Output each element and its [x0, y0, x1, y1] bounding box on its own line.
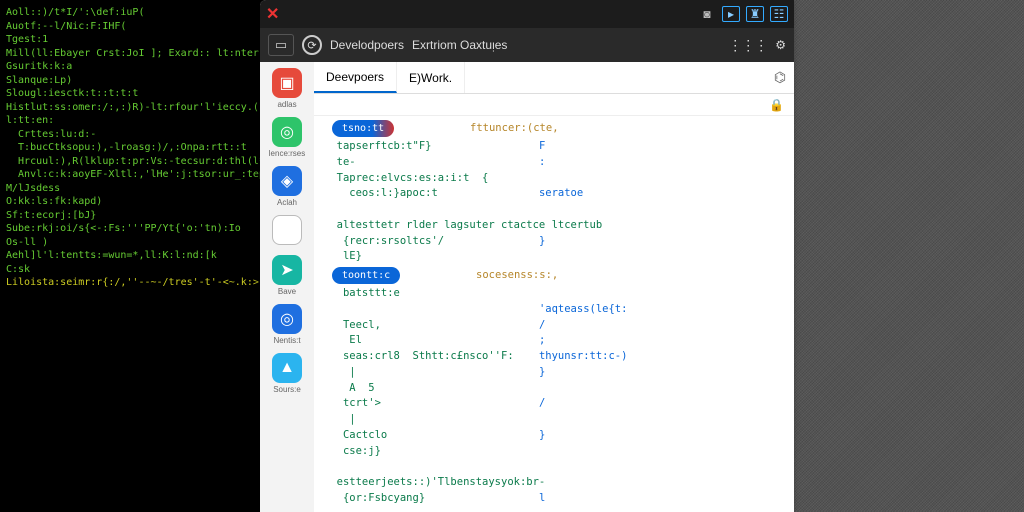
code-line: 'aqteass(le{t:	[314, 302, 794, 318]
code-line: |	[314, 412, 794, 428]
code-line: estteerjeets::)'Tlbenstaysyok:br-	[314, 475, 794, 491]
sidebar-item[interactable]: ◎ lence:rses	[269, 117, 305, 158]
code-section-pill[interactable]: toontt:c	[332, 267, 400, 284]
terminal-line: Hrcuul:),R(lklup:t:pr:Vs:-tecsur:d:thl(l…	[6, 155, 254, 169]
terminal-pane[interactable]: Aoll::)/t*I/':\def:iuP(Auotf:--l/Nic:F:I…	[0, 0, 260, 512]
terminal-line: Gsuritk:k:a	[6, 60, 254, 74]
sidebar-item[interactable]: ▲ Sours:e	[272, 353, 302, 394]
code-line	[314, 459, 794, 475]
toolbar-title-b: Exrtriom Oaxtuᴉes	[412, 38, 507, 52]
code-line: Taprec:elvcs:es:a:i:t {	[314, 171, 794, 187]
code-line: {recr:srsoltcs'/ }	[314, 234, 794, 250]
window-icon[interactable]: ☷	[770, 6, 788, 22]
bug-icon[interactable]: ⌬	[766, 69, 794, 86]
tab-developers[interactable]: Deevpoers	[314, 62, 397, 93]
terminal-line: Anvl:c:k:aoyEF-Xltl:,'lHe':j:tsor:ur_:te…	[6, 168, 254, 182]
lock-row: 🔒	[314, 94, 794, 116]
sidebar-icon: ◎	[272, 304, 302, 334]
sidebar-label: Nentis:t	[273, 336, 300, 345]
code-line: altesttetr rlder lagsuter ctactce ltcert…	[314, 218, 794, 234]
terminal-line: T:bucCtksopu:),-lroasg:)/,:Onpa:rtt::t	[6, 141, 254, 155]
terminal-line: Aehl]l'l:tentts:=wun=*,ll:K:l:nd:[k	[6, 249, 254, 263]
code-line: | }	[314, 365, 794, 381]
close-icon[interactable]: ✕	[266, 4, 279, 24]
code-viewer[interactable]: tsno:tt fttuncer:(cte, tapserftcb:t"F} F…	[314, 116, 794, 512]
window-tabbar: ✕ ◙ ▸ ♜ ☷	[260, 0, 794, 28]
code-line: Cactclo }	[314, 428, 794, 444]
sidebar-icon: ◎	[272, 117, 302, 147]
sidebar-item[interactable]: ➤ Bave	[272, 255, 302, 296]
sidebar-icon	[272, 215, 302, 245]
code-line: cse:j}	[314, 444, 794, 460]
subtab-bar: Deevpoers E)Work. ⌬	[314, 62, 794, 94]
terminal-line: Slanque:Lp)	[6, 74, 254, 88]
terminal-line: Sf:t:ecorj:[bJ}	[6, 209, 254, 223]
terminal-line: Aoll::)/t*I/':\def:iuP(	[6, 6, 254, 20]
sidebar-label: Bave	[278, 287, 296, 296]
code-section-pill[interactable]: tsno:tt	[332, 120, 394, 137]
terminal-line: M/lJsdess	[6, 182, 254, 196]
code-line: seas:crl8 Sthtt:c£nsco''F: thyunsr:tt:c-…	[314, 349, 794, 365]
main-panel: Deevpoers E)Work. ⌬ 🔒 tsno:tt fttuncer:(…	[314, 62, 794, 512]
code-line: tapserftcb:t"F} F	[314, 139, 794, 155]
pointer-icon[interactable]: ▸	[722, 6, 740, 22]
terminal-line: O:kk:ls:fk:kapd)	[6, 195, 254, 209]
sidebar-item[interactable]: ▣ adlas	[272, 68, 302, 109]
terminal-line: Crttes:lu:d:-	[6, 128, 254, 142]
sidebar-label: Aclah	[277, 198, 297, 207]
tab-work[interactable]: E)Work.	[397, 62, 465, 93]
sidebar-icon: ▲	[272, 353, 302, 383]
code-line: A 5	[314, 381, 794, 397]
sidebar-icon: ➤	[272, 255, 302, 285]
terminal-line: C:sk	[6, 263, 254, 277]
code-line: te- :	[314, 155, 794, 171]
sidebar-item[interactable]: ◈ Aclah	[272, 166, 302, 207]
terminal-line: Sube:rkj:oi/s{<-:Fs:'''PP/Yt{'o:'tn):Io	[6, 222, 254, 236]
terminal-line: Slougl:iesctk:t::t:t:t	[6, 87, 254, 101]
sidebar-icon: ◈	[272, 166, 302, 196]
toolbar-title-a: Develodpoers	[330, 38, 404, 52]
terminal-line: Os-ll )	[6, 236, 254, 250]
lock-icon[interactable]: 🔒	[769, 98, 784, 112]
code-line: Teecl, /	[314, 318, 794, 334]
camera-icon[interactable]: ◙	[698, 6, 716, 22]
sidebar: ▣ adlas ◎ lence:rses ◈ Aclah ➤ Bave ◎ Nentis:t ▲ So…	[260, 62, 314, 512]
toolbar: ▭ ⟳ Develodpoers Exrtriom Oaxtuᴉes ⋮⋮⋮ ⚙	[260, 28, 794, 62]
terminal-line: Mill(ll:Ebayer Crst:JoI ]; Exard:: lt:nt…	[6, 47, 254, 61]
code-line: lE}	[314, 249, 794, 265]
sidebar-label: lence:rses	[269, 149, 305, 158]
terminal-line: Liloista:seimr:r{:/,''--~-/tres'-t'-<~.k…	[6, 276, 254, 290]
settings-icon[interactable]: ⚙	[775, 38, 786, 52]
castle-icon[interactable]: ♜	[746, 6, 764, 22]
terminal-line: l:tt:en:	[6, 114, 254, 128]
panel-toggle-button[interactable]: ▭	[268, 34, 294, 56]
sidebar-label: Sours:e	[273, 385, 301, 394]
terminal-line: Histlut:ss:omer:/:,:)R)-lt:rfour'l'ieccy…	[6, 101, 254, 115]
code-line: ceos:l:}apoc:t seratoe	[314, 186, 794, 202]
desktop-background	[794, 0, 1024, 512]
code-line: tcrt'> /	[314, 396, 794, 412]
sidebar-item[interactable]	[272, 215, 302, 247]
code-line: batsttt:e	[314, 286, 794, 302]
terminal-line: Tgest:1	[6, 33, 254, 47]
developer-window: ✕ ◙ ▸ ♜ ☷ ▭ ⟳ Develodpoers Exrtriom Oaxt…	[260, 0, 794, 512]
code-line: El ;	[314, 333, 794, 349]
sidebar-item[interactable]: ◎ Nentis:t	[272, 304, 302, 345]
sidebar-label: adlas	[277, 100, 296, 109]
terminal-line: Auotf:--l/Nic:F:IHF(	[6, 20, 254, 34]
code-line: {or:Fsbcyang} l	[314, 491, 794, 507]
apps-grid-icon[interactable]: ⋮⋮⋮	[728, 37, 767, 54]
reload-icon[interactable]: ⟳	[302, 35, 322, 55]
code-line	[314, 202, 794, 218]
sidebar-icon: ▣	[272, 68, 302, 98]
